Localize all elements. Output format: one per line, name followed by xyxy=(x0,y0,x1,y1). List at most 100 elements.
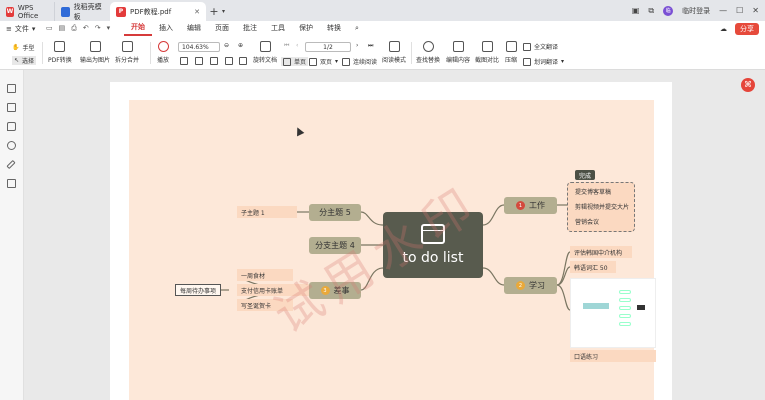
bookmark-icon[interactable] xyxy=(7,84,16,93)
hand-tool[interactable]: ✋ 手型 xyxy=(12,43,35,52)
zoom-in-icon[interactable]: ⊕ xyxy=(238,42,243,49)
next-page-icon[interactable]: › xyxy=(356,42,358,49)
node-subtopic-5[interactable]: 分主题 5 xyxy=(309,204,361,221)
layers-icon[interactable] xyxy=(7,179,16,188)
last-page-icon[interactable]: ⏭ xyxy=(368,42,373,50)
continuous-read-button[interactable]: 连续阅读 xyxy=(342,57,377,66)
node-branch-4[interactable]: 分支主题 4 xyxy=(309,237,361,254)
find-replace-button[interactable]: 查找替换 xyxy=(416,41,440,64)
image-leaf xyxy=(637,305,645,310)
node-chores[interactable]: 3 差事 xyxy=(309,282,361,299)
menu-page[interactable]: 页面 xyxy=(208,21,236,36)
double-page-icon xyxy=(309,57,317,66)
export-image-button[interactable]: 输出为图片 xyxy=(80,41,110,64)
node-work-item-3[interactable]: 营销会议 xyxy=(571,215,611,227)
mindmap-center-node[interactable]: to do list xyxy=(383,212,483,278)
fit-width-icon[interactable] xyxy=(180,57,188,65)
menu-tools[interactable]: 工具 xyxy=(264,21,292,36)
zoom-out-icon[interactable]: ⊖ xyxy=(224,42,229,49)
open-folder-icon[interactable]: ▭ xyxy=(46,24,53,33)
node-study-item-1[interactable]: 评估韩国中介机构 xyxy=(570,246,632,258)
node-work[interactable]: 1 工作 xyxy=(504,197,557,214)
pdf-convert-button[interactable]: PDF转换 xyxy=(48,41,72,64)
screenshot-icon[interactable] xyxy=(239,57,247,65)
split-merge-button[interactable]: 拆分合并 xyxy=(115,41,139,64)
zoom-input[interactable]: 104.63% xyxy=(178,42,220,52)
window-close-icon[interactable]: ✕ xyxy=(752,6,759,15)
node-work-label: 工作 xyxy=(529,201,545,210)
minimize-icon[interactable]: — xyxy=(719,6,727,15)
study-mindmap-image[interactable] xyxy=(570,278,656,348)
print-icon[interactable]: ⎙ xyxy=(71,24,77,33)
word-translate-button[interactable]: 划词翻译 ▾ xyxy=(523,57,564,66)
edit-content-label: 编辑内容 xyxy=(446,57,471,64)
node-study[interactable]: 2 学习 xyxy=(504,277,557,294)
priority-1-icon: 1 xyxy=(516,201,525,210)
menu-convert[interactable]: 转换 xyxy=(320,21,348,36)
screenshot-compare-button[interactable]: 截图对比 xyxy=(475,41,499,64)
node-work-item-1[interactable]: 提交博客草稿 xyxy=(571,185,631,197)
actual-size-icon[interactable] xyxy=(210,57,218,65)
node-weekly-todo[interactable]: 每周待办事项 xyxy=(175,284,221,296)
rotate-doc-icon xyxy=(259,41,271,52)
edit-content-button[interactable]: 编辑内容 xyxy=(446,41,470,64)
node-chore-item-3[interactable]: 写圣诞贺卡 xyxy=(237,299,293,311)
play-button[interactable]: 播放 xyxy=(157,41,169,64)
comment-icon[interactable] xyxy=(7,122,16,131)
share-button[interactable]: 分享 xyxy=(735,22,759,35)
ai-assistant-icon[interactable]: ⌘ xyxy=(741,78,755,92)
fit-page-icon[interactable] xyxy=(195,57,203,65)
export-image-icon xyxy=(89,41,101,52)
magnifier-icon xyxy=(422,41,434,52)
node-speaking-practice[interactable]: 口语练习 xyxy=(570,350,656,362)
rotate-doc-button[interactable]: 旋转文档 xyxy=(253,41,277,64)
file-menu[interactable]: ≡ 文件 ▾ xyxy=(0,24,44,34)
full-translate-button[interactable]: 全文翻译 xyxy=(523,42,558,51)
node-work-item-2[interactable]: 剪辑视频并提交大片 xyxy=(571,200,633,212)
pen-icon[interactable] xyxy=(6,159,16,170)
undo-icon[interactable]: ↶ xyxy=(83,24,89,33)
redo-icon[interactable]: ↷ xyxy=(95,24,101,33)
node-study-item-2[interactable]: 韩语词汇 50 xyxy=(570,261,616,273)
more-icon[interactable]: ▾ xyxy=(107,24,111,33)
save-icon[interactable]: ▤ xyxy=(59,24,66,33)
new-tab-icon[interactable]: + xyxy=(206,2,222,21)
avatar[interactable]: 临 xyxy=(663,5,674,16)
select-tool[interactable]: ↖ 选择 xyxy=(12,56,37,65)
menu-annotate[interactable]: 批注 xyxy=(236,21,264,36)
compress-button[interactable]: 压缩 xyxy=(505,41,517,64)
menu-edit[interactable]: 编辑 xyxy=(180,21,208,36)
tab-pdf-document[interactable]: P PDF教程.pdf ✕ xyxy=(110,2,206,21)
menu-home[interactable]: 开始 xyxy=(124,21,152,36)
double-page-button[interactable]: 双页 ▾ xyxy=(309,57,338,66)
read-mode-button[interactable]: 阅读模式 xyxy=(382,41,406,64)
divider xyxy=(150,42,151,64)
search-icon[interactable]: ⌕ xyxy=(348,21,366,36)
node-study-label: 学习 xyxy=(529,281,545,290)
node-chore-item-1[interactable]: 一周食材 xyxy=(237,269,293,281)
prev-page-icon[interactable]: ‹ xyxy=(296,42,298,49)
cloud-icon[interactable]: ☁ xyxy=(720,25,727,33)
chevron-down-icon: ▾ xyxy=(31,24,36,33)
attachment-icon[interactable] xyxy=(7,141,16,150)
tab-list-chevron-icon[interactable]: ▾ xyxy=(222,2,234,21)
rotate-icon[interactable] xyxy=(225,57,233,65)
maximize-icon[interactable]: ☐ xyxy=(736,6,743,15)
login-label[interactable]: 临时登录 xyxy=(682,6,710,16)
menu-protect[interactable]: 保护 xyxy=(292,21,320,36)
tab-wps-office[interactable]: W WPS Office xyxy=(0,2,54,21)
thumbnail-icon[interactable] xyxy=(7,103,16,112)
node-chore-item-2[interactable]: 支付信用卡账单 xyxy=(237,284,309,296)
multi-window-icon[interactable]: ⧉ xyxy=(648,6,654,16)
first-page-icon[interactable]: ⏮ xyxy=(284,42,289,50)
page-input[interactable]: 1/2 xyxy=(305,42,351,52)
single-page-button[interactable]: 单页 xyxy=(281,57,309,66)
tab-templates[interactable]: 找稻壳模板 xyxy=(54,2,110,21)
document-viewport[interactable]: to do list 分主题 5 分支主题 4 3 差事 子主题 1 一周食材 … xyxy=(25,71,765,400)
node-child-1[interactable]: 子主题 1 xyxy=(237,206,297,218)
tab-close-icon[interactable]: ✕ xyxy=(194,8,200,16)
menu-insert[interactable]: 插入 xyxy=(152,21,180,36)
done-tag[interactable]: 完成 xyxy=(575,170,596,180)
rotate-doc-label: 旋转文档 xyxy=(253,57,278,64)
layout-icon[interactable]: ▣ xyxy=(632,6,640,15)
